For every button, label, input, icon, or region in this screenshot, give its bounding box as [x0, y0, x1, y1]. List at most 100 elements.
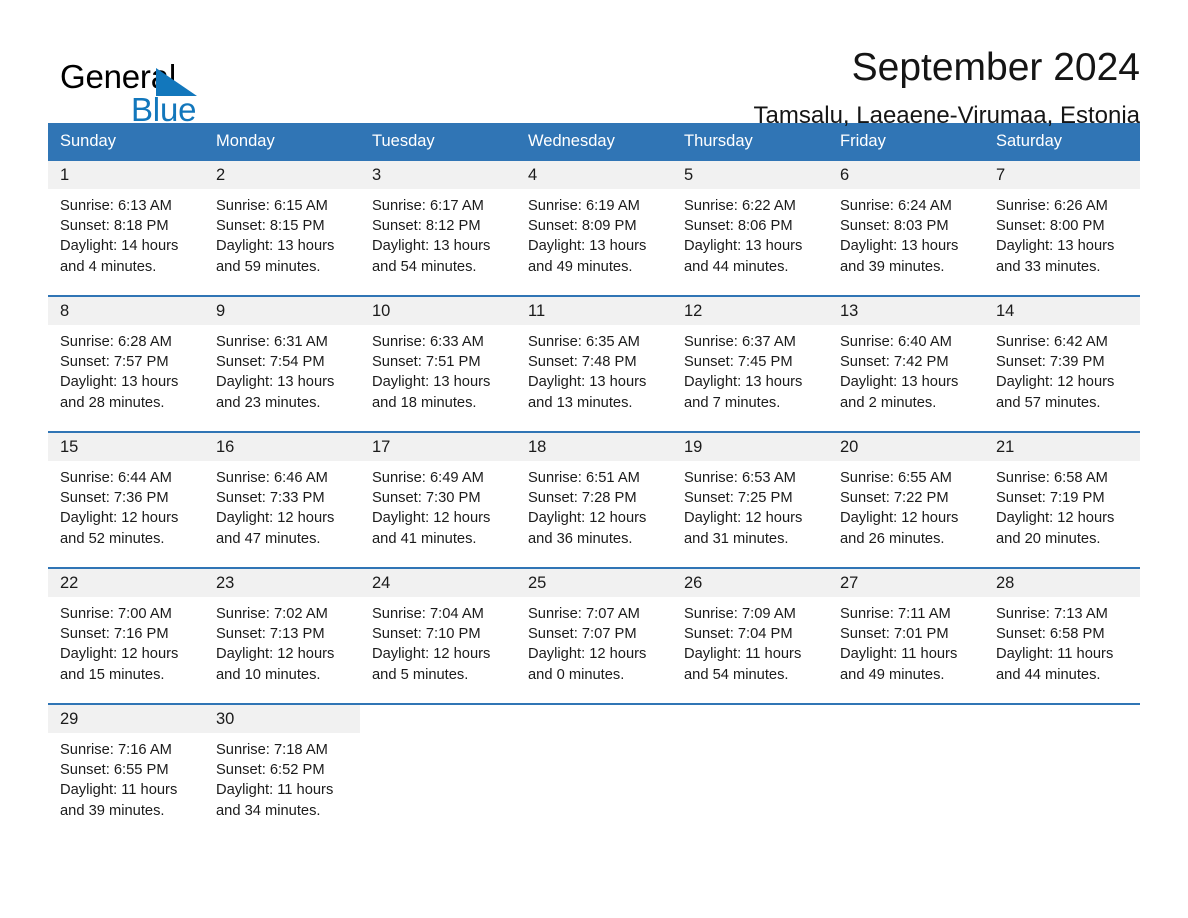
- date-band: [516, 704, 672, 733]
- daylight-text-line2: and 18 minutes.: [372, 394, 477, 411]
- week-row: 1 Sunrise: 6:13 AM Sunset: 8:18 PM Dayli…: [48, 160, 1140, 295]
- day-info: Sunrise: 7:13 AM Sunset: 6:58 PM Dayligh…: [996, 597, 1128, 685]
- daylight-text-line2: and 44 minutes.: [996, 666, 1101, 683]
- daylight-text-line1: Daylight: 11 hours: [216, 782, 334, 799]
- date-number: 13: [840, 301, 859, 320]
- date-band: [672, 704, 828, 733]
- day-cell[interactable]: 8 Sunrise: 6:28 AM Sunset: 7:57 PM Dayli…: [48, 296, 204, 431]
- daylight-text-line2: and 36 minutes.: [528, 530, 633, 547]
- daylight-text-line2: and 13 minutes.: [528, 394, 633, 411]
- daylight-text-line2: and 0 minutes.: [528, 666, 625, 683]
- sunrise-text: Sunrise: 6:44 AM: [60, 469, 172, 486]
- day-info: Sunrise: 6:17 AM Sunset: 8:12 PM Dayligh…: [372, 189, 504, 277]
- date-band: 30: [204, 704, 360, 733]
- day-info: Sunrise: 6:22 AM Sunset: 8:06 PM Dayligh…: [684, 189, 816, 277]
- day-cell[interactable]: 7 Sunrise: 6:26 AM Sunset: 8:00 PM Dayli…: [984, 160, 1140, 295]
- day-cell[interactable]: 10 Sunrise: 6:33 AM Sunset: 7:51 PM Dayl…: [360, 296, 516, 431]
- day-cell[interactable]: 16 Sunrise: 6:46 AM Sunset: 7:33 PM Dayl…: [204, 432, 360, 567]
- date-band: [360, 704, 516, 733]
- day-cell[interactable]: 6 Sunrise: 6:24 AM Sunset: 8:03 PM Dayli…: [828, 160, 984, 295]
- day-cell[interactable]: 27 Sunrise: 7:11 AM Sunset: 7:01 PM Dayl…: [828, 568, 984, 703]
- date-band: 14: [984, 296, 1140, 325]
- day-cell-empty: [360, 704, 516, 839]
- daylight-text-line1: Daylight: 13 hours: [372, 238, 491, 255]
- sunset-text: Sunset: 8:00 PM: [996, 218, 1105, 235]
- date-band: 13: [828, 296, 984, 325]
- daylight-text-line1: Daylight: 13 hours: [528, 238, 647, 255]
- sunset-text: Sunset: 7:25 PM: [684, 490, 793, 507]
- day-info: Sunrise: 6:31 AM Sunset: 7:54 PM Dayligh…: [216, 325, 348, 413]
- day-cell[interactable]: 17 Sunrise: 6:49 AM Sunset: 7:30 PM Dayl…: [360, 432, 516, 567]
- daylight-text-line1: Daylight: 11 hours: [684, 646, 802, 663]
- daylight-text-line2: and 54 minutes.: [684, 666, 789, 683]
- day-info: Sunrise: 6:40 AM Sunset: 7:42 PM Dayligh…: [840, 325, 972, 413]
- day-cell[interactable]: 4 Sunrise: 6:19 AM Sunset: 8:09 PM Dayli…: [516, 160, 672, 295]
- sunset-text: Sunset: 7:07 PM: [528, 626, 637, 643]
- sunset-text: Sunset: 7:33 PM: [216, 490, 325, 507]
- sunrise-text: Sunrise: 6:26 AM: [996, 197, 1108, 214]
- day-cell[interactable]: 5 Sunrise: 6:22 AM Sunset: 8:06 PM Dayli…: [672, 160, 828, 295]
- daylight-text-line1: Daylight: 13 hours: [60, 374, 179, 391]
- day-cell[interactable]: 14 Sunrise: 6:42 AM Sunset: 7:39 PM Dayl…: [984, 296, 1140, 431]
- day-cell[interactable]: 19 Sunrise: 6:53 AM Sunset: 7:25 PM Dayl…: [672, 432, 828, 567]
- date-number: 18: [528, 437, 547, 456]
- daylight-text-line2: and 23 minutes.: [216, 394, 321, 411]
- daylight-text-line2: and 41 minutes.: [372, 530, 477, 547]
- day-cell[interactable]: 13 Sunrise: 6:40 AM Sunset: 7:42 PM Dayl…: [828, 296, 984, 431]
- sunrise-text: Sunrise: 6:17 AM: [372, 197, 484, 214]
- day-cell[interactable]: 29 Sunrise: 7:16 AM Sunset: 6:55 PM Dayl…: [48, 704, 204, 839]
- day-cell[interactable]: 25 Sunrise: 7:07 AM Sunset: 7:07 PM Dayl…: [516, 568, 672, 703]
- sunrise-text: Sunrise: 7:04 AM: [372, 605, 484, 622]
- date-band: 6: [828, 160, 984, 189]
- daylight-text-line2: and 54 minutes.: [372, 258, 477, 275]
- day-cell[interactable]: 11 Sunrise: 6:35 AM Sunset: 7:48 PM Dayl…: [516, 296, 672, 431]
- date-band: 16: [204, 432, 360, 461]
- day-cell[interactable]: 23 Sunrise: 7:02 AM Sunset: 7:13 PM Dayl…: [204, 568, 360, 703]
- day-info: Sunrise: 7:02 AM Sunset: 7:13 PM Dayligh…: [216, 597, 348, 685]
- daylight-text-line1: Daylight: 13 hours: [840, 374, 959, 391]
- date-band: 7: [984, 160, 1140, 189]
- day-cell[interactable]: 9 Sunrise: 6:31 AM Sunset: 7:54 PM Dayli…: [204, 296, 360, 431]
- sunrise-text: Sunrise: 6:13 AM: [60, 197, 172, 214]
- day-cell[interactable]: 24 Sunrise: 7:04 AM Sunset: 7:10 PM Dayl…: [360, 568, 516, 703]
- day-cell[interactable]: 30 Sunrise: 7:18 AM Sunset: 6:52 PM Dayl…: [204, 704, 360, 839]
- date-number: 29: [60, 709, 79, 728]
- sunset-text: Sunset: 7:54 PM: [216, 354, 325, 371]
- day-info: Sunrise: 6:37 AM Sunset: 7:45 PM Dayligh…: [684, 325, 816, 413]
- sunset-text: Sunset: 7:42 PM: [840, 354, 949, 371]
- day-cell[interactable]: 26 Sunrise: 7:09 AM Sunset: 7:04 PM Dayl…: [672, 568, 828, 703]
- day-cell[interactable]: 15 Sunrise: 6:44 AM Sunset: 7:36 PM Dayl…: [48, 432, 204, 567]
- day-cell[interactable]: 2 Sunrise: 6:15 AM Sunset: 8:15 PM Dayli…: [204, 160, 360, 295]
- day-cell[interactable]: 28 Sunrise: 7:13 AM Sunset: 6:58 PM Dayl…: [984, 568, 1140, 703]
- daylight-text-line1: Daylight: 12 hours: [60, 510, 179, 527]
- date-number: 7: [996, 165, 1006, 184]
- daylight-text-line1: Daylight: 11 hours: [840, 646, 958, 663]
- weekday-header-saturday: Saturday: [996, 132, 1063, 150]
- sunrise-text: Sunrise: 6:51 AM: [528, 469, 640, 486]
- day-cell[interactable]: 21 Sunrise: 6:58 AM Sunset: 7:19 PM Dayl…: [984, 432, 1140, 567]
- day-cell[interactable]: 1 Sunrise: 6:13 AM Sunset: 8:18 PM Dayli…: [48, 160, 204, 295]
- daylight-text-line2: and 39 minutes.: [60, 802, 165, 819]
- date-band: 15: [48, 432, 204, 461]
- sunrise-text: Sunrise: 6:15 AM: [216, 197, 328, 214]
- sunrise-text: Sunrise: 6:55 AM: [840, 469, 952, 486]
- day-cell[interactable]: 20 Sunrise: 6:55 AM Sunset: 7:22 PM Dayl…: [828, 432, 984, 567]
- date-band: 22: [48, 568, 204, 597]
- daylight-text-line1: Daylight: 13 hours: [216, 238, 335, 255]
- date-band: [828, 704, 984, 733]
- date-number: 25: [528, 573, 547, 592]
- day-cell[interactable]: 22 Sunrise: 7:00 AM Sunset: 7:16 PM Dayl…: [48, 568, 204, 703]
- sunrise-text: Sunrise: 6:42 AM: [996, 333, 1108, 350]
- daylight-text-line1: Daylight: 11 hours: [60, 782, 178, 799]
- calendar-page: General Blue September 2024 Tamsalu, Lae…: [0, 0, 1188, 918]
- day-cell[interactable]: 12 Sunrise: 6:37 AM Sunset: 7:45 PM Dayl…: [672, 296, 828, 431]
- day-cell[interactable]: 18 Sunrise: 6:51 AM Sunset: 7:28 PM Dayl…: [516, 432, 672, 567]
- week-row: 22 Sunrise: 7:00 AM Sunset: 7:16 PM Dayl…: [48, 566, 1140, 703]
- day-cell[interactable]: 3 Sunrise: 6:17 AM Sunset: 8:12 PM Dayli…: [360, 160, 516, 295]
- sunrise-text: Sunrise: 6:49 AM: [372, 469, 484, 486]
- date-number: 16: [216, 437, 235, 456]
- sunset-text: Sunset: 7:57 PM: [60, 354, 169, 371]
- daylight-text-line2: and 57 minutes.: [996, 394, 1101, 411]
- weekday-header-thursday: Thursday: [684, 132, 753, 150]
- title-block: September 2024 Tamsalu, Laeaene-Virumaa,…: [278, 46, 1140, 129]
